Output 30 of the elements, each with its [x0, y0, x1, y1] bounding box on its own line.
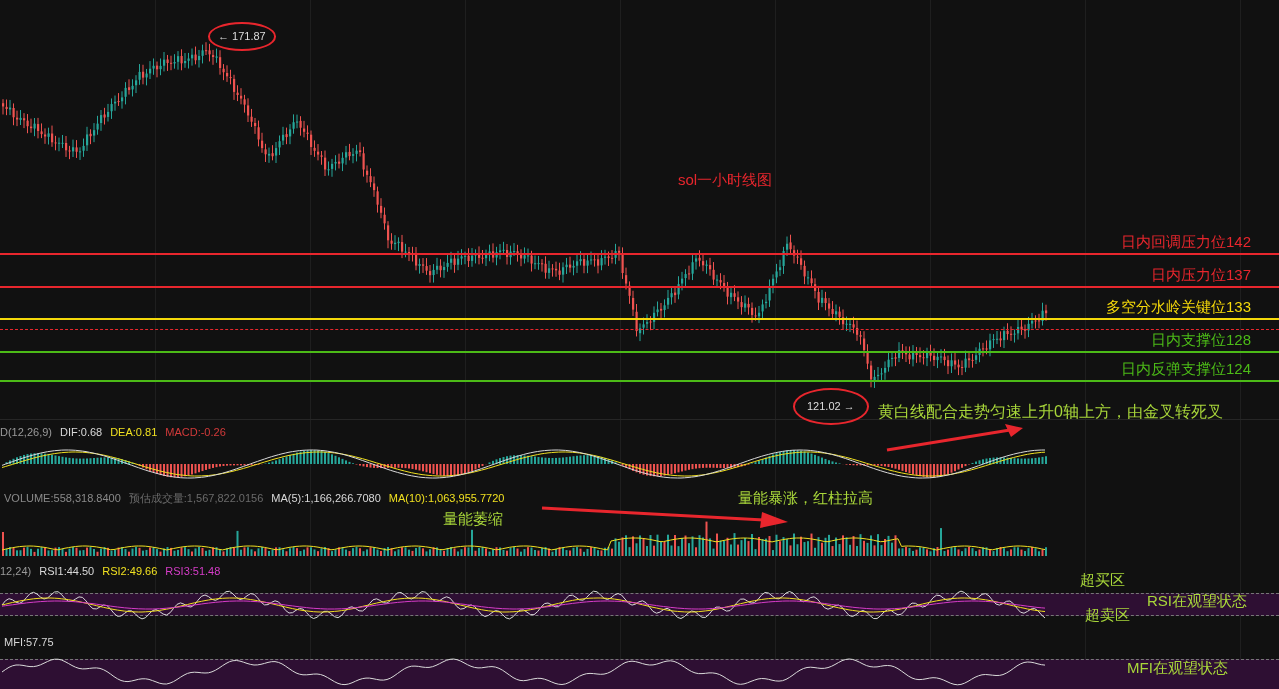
macd-note: 黄白线配合走势匀速上升0轴上方，由金叉转死叉 — [878, 404, 1223, 420]
volume-note: 量能暴涨，红柱拉高 — [738, 490, 873, 505]
indicator-reading: DIF:0.68 — [60, 427, 103, 438]
level-label: 多空分水岭关键位133 — [1105, 299, 1251, 314]
rsi-note: RSI在观望状态 — [1147, 593, 1247, 608]
indicator-reading: MA(5):1,166,266.7080 — [271, 493, 381, 504]
level-label: 日内压力位137 — [1150, 267, 1251, 282]
level-label: 日内反弹支撑位124 — [1120, 361, 1251, 376]
indicator-reading: RSI2:49.66 — [102, 566, 158, 577]
indicator-reading: 预估成交量:1,567,822.0156 — [128, 493, 264, 504]
indicator-reading: MA(10):1,063,955.7720 — [388, 493, 505, 504]
indicator-reading: D(12,26,9) — [0, 427, 52, 438]
mfi-note: MFI在观望状态 — [1127, 660, 1228, 675]
overbought-label: 超买区 — [1080, 572, 1125, 587]
chart-title: sol一小时线图 — [678, 170, 773, 190]
indicator-reading: MFI:57.75 — [4, 637, 54, 648]
oversold-label: 超卖区 — [1085, 607, 1130, 622]
volume-note: 量能萎缩 — [443, 511, 503, 526]
indicator-reading: 12,24) — [0, 566, 32, 577]
indicator-reading: VOLUME:558,318.8400 — [4, 493, 121, 504]
level-label: 日内回调压力位142 — [1120, 234, 1251, 249]
indicator-reading: MACD:-0.26 — [165, 427, 226, 438]
arrow-icon — [540, 506, 790, 528]
indicator-reading: DEA:0.81 — [110, 427, 158, 438]
high-price-marker: ← 171.87 — [208, 22, 276, 51]
indicator-reading: RSI3:51.48 — [165, 566, 221, 577]
arrow-icon — [885, 422, 1025, 452]
indicator-reading: RSI1:44.50 — [39, 566, 95, 577]
low-price-marker: 121.02 → — [793, 388, 869, 425]
level-label: 日内支撑位128 — [1150, 332, 1251, 347]
